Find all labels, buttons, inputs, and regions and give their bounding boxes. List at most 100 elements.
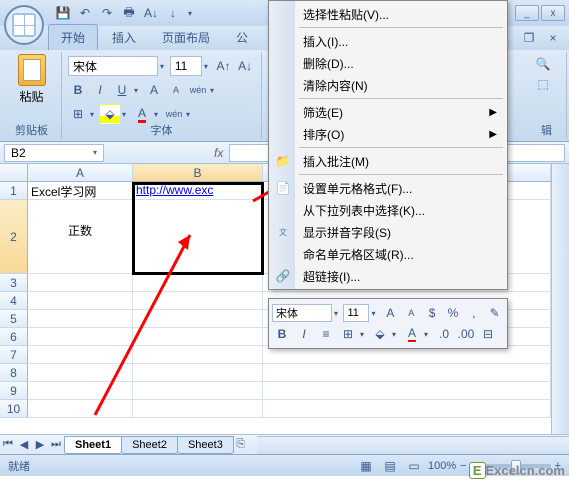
cell[interactable] — [263, 400, 551, 418]
sheet-tab-2[interactable]: Sheet2 — [121, 436, 178, 454]
name-box[interactable]: B2▾ — [4, 144, 104, 162]
ctx-paste-special[interactable]: 选择性粘贴(V)... — [271, 3, 505, 25]
undo-icon[interactable]: ↶ — [76, 4, 94, 22]
view-break-icon[interactable]: ▭ — [404, 456, 424, 476]
zoom-out-icon[interactable]: − — [460, 460, 466, 472]
next-sheet-icon[interactable]: ▶ — [32, 437, 48, 453]
shrink-font-icon[interactable]: A↓ — [235, 56, 255, 76]
grow-font-icon[interactable]: A↑ — [214, 56, 234, 76]
find-icon[interactable]: 🔍 — [533, 54, 553, 74]
cell[interactable] — [28, 364, 133, 382]
cell[interactable] — [133, 292, 263, 310]
cell[interactable] — [133, 382, 263, 400]
border-button[interactable]: ⊞ — [68, 104, 88, 124]
font-name-select[interactable] — [68, 56, 158, 76]
prev-sheet-icon[interactable]: ◀ — [16, 437, 32, 453]
dropdown-icon[interactable]: ▾ — [90, 110, 98, 119]
font-color-button[interactable]: A — [402, 324, 422, 344]
row-header-4[interactable]: 4 — [0, 292, 28, 310]
italic-button[interactable]: I — [294, 324, 314, 344]
mini-size-select[interactable] — [343, 304, 369, 322]
cell[interactable] — [133, 364, 263, 382]
grow-font-icon[interactable]: A — [381, 303, 400, 323]
dropdown-icon[interactable]: ▾ — [210, 86, 218, 95]
bold-button[interactable]: B — [272, 324, 292, 344]
ctx-filter[interactable]: 筛选(E)▶ — [271, 101, 505, 123]
format-painter-icon[interactable]: ✎ — [485, 303, 504, 323]
ctx-insert-comment[interactable]: 📁插入批注(M) — [271, 150, 505, 172]
dropdown-icon[interactable]: ▾ — [134, 86, 142, 95]
paste-button[interactable]: 粘贴 — [12, 54, 52, 110]
border-button[interactable]: ⊞ — [338, 324, 358, 344]
cell[interactable] — [263, 382, 551, 400]
font-decrease-icon[interactable]: A — [166, 80, 186, 100]
row-header-6[interactable]: 6 — [0, 328, 28, 346]
ctx-sort[interactable]: 排序(O)▶ — [271, 123, 505, 145]
cell[interactable] — [28, 346, 133, 364]
phonetic-icon[interactable]: wén — [188, 80, 208, 100]
ctx-pick-list[interactable]: 从下拉列表中选择(K)... — [271, 199, 505, 221]
save-icon[interactable]: 💾 — [54, 4, 72, 22]
cell[interactable] — [133, 328, 263, 346]
comma-icon[interactable]: , — [464, 303, 483, 323]
row-header-8[interactable]: 8 — [0, 364, 28, 382]
ctx-delete[interactable]: 删除(D)... — [271, 52, 505, 74]
tab-insert[interactable]: 插入 — [100, 25, 148, 50]
tab-formulas[interactable]: 公 — [224, 25, 260, 50]
doc-restore-button[interactable]: ❐ — [519, 28, 539, 48]
cell[interactable] — [133, 346, 263, 364]
col-header-a[interactable]: A — [28, 164, 133, 181]
cell-a1[interactable]: Excel学习网 — [28, 182, 133, 200]
row-header-2[interactable]: 2 — [0, 200, 28, 274]
qat-more-icon[interactable]: ▾ — [186, 4, 194, 22]
ctx-format-cells[interactable]: 📄设置单元格格式(F)... — [271, 177, 505, 199]
row-header-9[interactable]: 9 — [0, 382, 28, 400]
cell-b1[interactable]: http://www.exc — [133, 182, 263, 200]
cell[interactable] — [28, 274, 133, 292]
row-header-1[interactable]: 1 — [0, 182, 28, 200]
row-header-3[interactable]: 3 — [0, 274, 28, 292]
ctx-insert[interactable]: 插入(I)... — [271, 30, 505, 52]
ctx-clear[interactable]: 清除内容(N) — [271, 74, 505, 96]
office-button[interactable] — [4, 5, 44, 45]
dropdown-icon[interactable]: ▾ — [186, 110, 194, 119]
italic-button[interactable]: I — [90, 80, 110, 100]
tab-home[interactable]: 开始 — [48, 24, 98, 50]
first-sheet-icon[interactable]: ⏮ — [0, 437, 16, 453]
sheet-tab-3[interactable]: Sheet3 — [177, 436, 234, 454]
new-sheet-icon[interactable]: ⎘ — [233, 437, 249, 453]
currency-icon[interactable]: $ — [423, 303, 442, 323]
print-icon[interactable]: 🖶 — [120, 4, 138, 22]
fill-color-button[interactable]: ⬙ — [370, 324, 390, 344]
view-normal-icon[interactable]: ▦ — [356, 456, 376, 476]
cell[interactable] — [263, 364, 551, 382]
minimize-button[interactable]: _ — [515, 5, 539, 21]
last-sheet-icon[interactable]: ⏭ — [48, 437, 64, 453]
doc-close-button[interactable]: × — [543, 28, 563, 48]
merge-icon[interactable]: ⊟ — [478, 324, 498, 344]
mini-font-select[interactable] — [272, 304, 332, 322]
ctx-phonetic[interactable]: 文显示拼音字段(S) — [271, 221, 505, 243]
dropdown-icon[interactable]: ▾ — [424, 330, 432, 339]
font-size-select[interactable] — [170, 56, 202, 76]
dropdown-icon[interactable]: ▾ — [360, 330, 368, 339]
decrease-decimal-icon[interactable]: .0 — [434, 324, 454, 344]
bold-button[interactable]: B — [68, 80, 88, 100]
sort-desc-icon[interactable]: ↓ — [164, 4, 182, 22]
fill-color-button[interactable]: ⬙ — [100, 104, 120, 124]
dropdown-icon[interactable]: ▾ — [160, 62, 168, 71]
find-select-icon[interactable]: ⬚ — [533, 74, 553, 94]
fx-icon[interactable]: fx — [214, 146, 223, 160]
dropdown-icon[interactable]: ▾ — [392, 330, 400, 339]
cell[interactable] — [28, 328, 133, 346]
tab-layout[interactable]: 页面布局 — [150, 25, 222, 50]
phonetic-button[interactable]: wén — [164, 104, 184, 124]
cell[interactable] — [133, 310, 263, 328]
shrink-font-icon[interactable]: A — [402, 303, 421, 323]
close-button[interactable]: x — [541, 5, 565, 21]
sort-asc-icon[interactable]: A↓ — [142, 4, 160, 22]
col-header-b[interactable]: B — [133, 164, 263, 181]
ctx-name-range[interactable]: 命名单元格区域(R)... — [271, 243, 505, 265]
cell[interactable] — [28, 310, 133, 328]
font-color-button[interactable]: A — [132, 104, 152, 124]
